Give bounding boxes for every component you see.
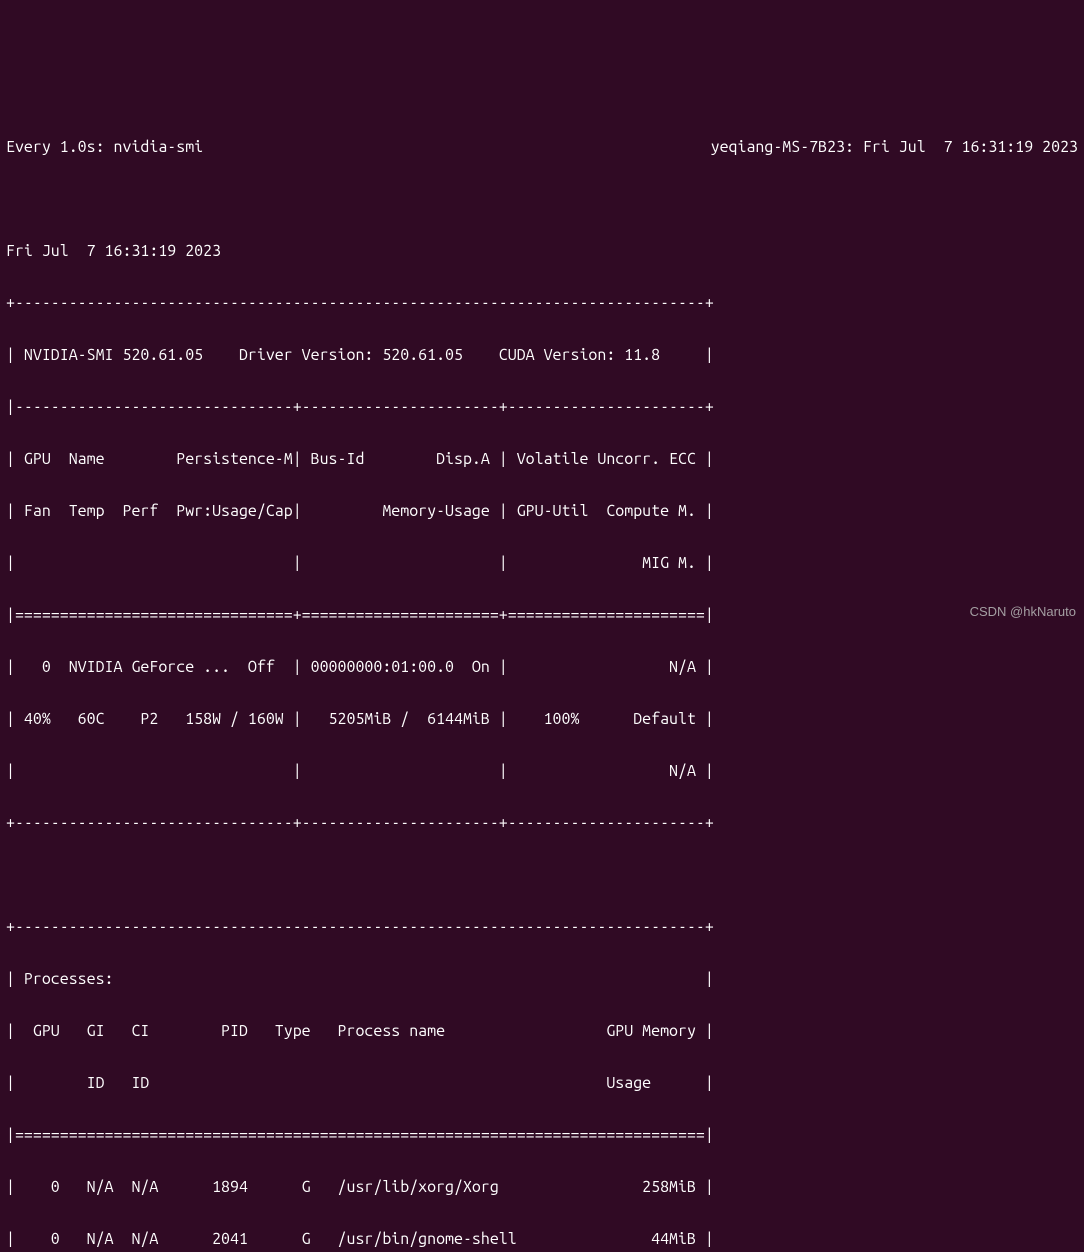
timestamp-line: Fri Jul 7 16:31:19 2023 xyxy=(6,238,1078,264)
gpu-header-row2: | Fan Temp Perf Pwr:Usage/Cap| Memory-Us… xyxy=(6,498,1078,524)
process-row: | 0 N/A N/A 1894 G /usr/lib/xorg/Xorg 25… xyxy=(6,1174,1078,1200)
blank-line xyxy=(6,862,1078,888)
gpu-header-row1: | GPU Name Persistence-M| Bus-Id Disp.A … xyxy=(6,446,1078,472)
gpu-data-row1: | 0 NVIDIA GeForce ... Off | 00000000:01… xyxy=(6,654,1078,680)
version-line: | NVIDIA-SMI 520.61.05 Driver Version: 5… xyxy=(6,342,1078,368)
processes-header2: | ID ID Usage | xyxy=(6,1070,1078,1096)
processes-separator: |=======================================… xyxy=(6,1122,1078,1148)
terminal-output: Every 1.0s: nvidia-smi yeqiang-MS-7B23: F… xyxy=(0,104,1084,1252)
header-bottom-separator: |===============================+=======… xyxy=(6,602,1078,628)
gpu-header-row3: | | | MIG M. | xyxy=(6,550,1078,576)
processes-header1: | GPU GI CI PID Type Process name GPU Me… xyxy=(6,1018,1078,1044)
process-row: | 0 N/A N/A 2041 G /usr/bin/gnome-shell … xyxy=(6,1226,1078,1252)
blank-line xyxy=(6,186,1078,212)
watermark: CSDN @hkNaruto xyxy=(970,601,1076,622)
gpu-data-row3: | | | N/A | xyxy=(6,758,1078,784)
top-border: +---------------------------------------… xyxy=(6,290,1078,316)
watch-header: Every 1.0s: nvidia-smi yeqiang-MS-7B23: F… xyxy=(6,134,1078,160)
gpu-data-row2: | 40% 60C P2 158W / 160W | 5205MiB / 614… xyxy=(6,706,1078,732)
processes-top-border: +---------------------------------------… xyxy=(6,914,1078,940)
watch-host-time: yeqiang-MS-7B23: Fri Jul 7 16:31:19 2023 xyxy=(711,134,1078,160)
watch-interval: Every 1.0s: xyxy=(6,138,114,156)
processes-title: | Processes: | xyxy=(6,966,1078,992)
watch-command: nvidia-smi xyxy=(114,138,204,156)
header-separator: |-------------------------------+-------… xyxy=(6,394,1078,420)
section-end-border: +-------------------------------+-------… xyxy=(6,810,1078,836)
